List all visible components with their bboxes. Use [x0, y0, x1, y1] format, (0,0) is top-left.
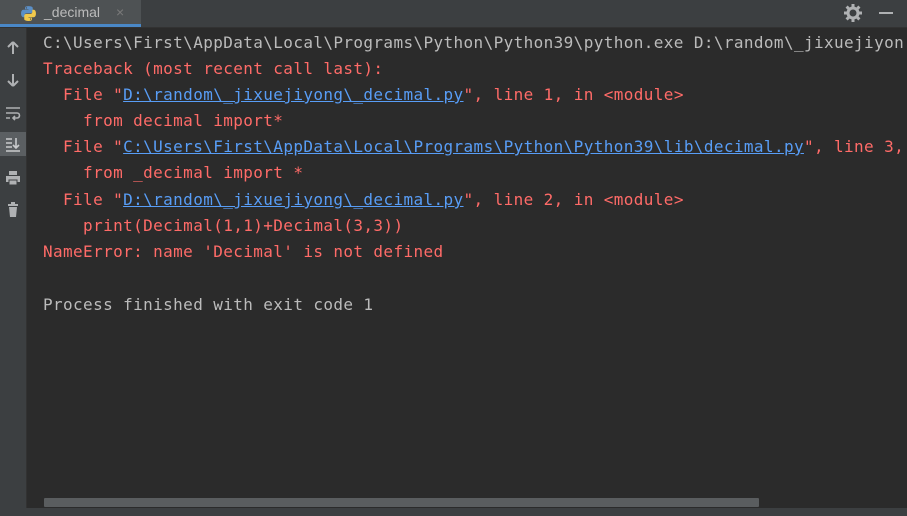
command-line: C:\Users\First\AppData\Local\Programs\Py… [43, 33, 905, 52]
tab-label: _decimal [44, 4, 101, 20]
traceback-frame: File "D:\random\_jixuejiyong\_decimal.py… [43, 85, 684, 105]
file-link[interactable]: D:\random\_jixuejiyong\_decimal.py [123, 85, 463, 104]
tab-decimal[interactable]: _decimal × [0, 0, 141, 27]
frame-prefix: File " [43, 85, 124, 104]
frame-suffix: ", line 3, [803, 137, 905, 156]
frame-code-line: from decimal import* [43, 111, 284, 130]
frame-code-line: print(Decimal(1,1)+Decimal(3,3)) [43, 216, 404, 235]
frame-code-line: from _decimal import * [43, 163, 304, 182]
traceback-frame: File "D:\random\_jixuejiyong\_decimal.py… [43, 190, 684, 210]
down-arrow-button[interactable] [0, 68, 26, 92]
file-link[interactable]: C:\Users\First\AppData\Local\Programs\Py… [123, 137, 804, 156]
python-file-icon [21, 6, 36, 21]
gear-icon[interactable] [843, 3, 863, 23]
horizontal-scrollbar[interactable] [27, 496, 907, 508]
frame-suffix: ", line 2, in <module> [463, 190, 684, 209]
soft-wrap-icon [6, 107, 21, 121]
frame-suffix: ", line 1, in <module> [463, 85, 684, 104]
trash-icon [8, 202, 18, 217]
soft-wrap-button[interactable] [0, 101, 26, 125]
down-arrow-icon [7, 74, 19, 87]
minimize-icon[interactable] [876, 3, 896, 23]
traceback-frame: File "C:\Users\First\AppData\Local\Progr… [43, 137, 904, 157]
print-icon [6, 171, 20, 186]
up-arrow-button[interactable] [0, 36, 26, 60]
clear-button[interactable] [0, 198, 26, 222]
scroll-to-end-button[interactable] [0, 132, 26, 156]
run-console[interactable]: C:\Users\First\AppData\Local\Programs\Py… [27, 28, 907, 496]
file-link[interactable]: D:\random\_jixuejiyong\_decimal.py [123, 190, 463, 209]
frame-prefix: File " [43, 137, 124, 156]
error-message: NameError: name 'Decimal' is not defined [43, 242, 444, 261]
editor-tab-bar: _decimal × [0, 0, 907, 28]
scroll-to-end-icon [6, 138, 20, 152]
scrollbar-thumb[interactable] [44, 498, 759, 507]
tab-close-icon[interactable]: × [116, 4, 124, 20]
up-arrow-icon [7, 41, 19, 54]
console-toolbar [0, 28, 27, 516]
bottom-border [0, 508, 907, 516]
print-button[interactable] [0, 166, 26, 190]
traceback-header: Traceback (most recent call last): [43, 59, 384, 78]
exit-status: Process finished with exit code 1 [43, 295, 374, 314]
frame-prefix: File " [43, 190, 124, 209]
